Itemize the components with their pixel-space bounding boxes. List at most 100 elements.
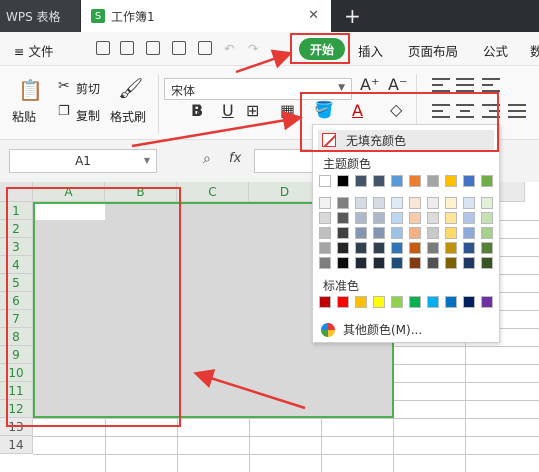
- theme-shade-swatch[interactable]: [481, 227, 493, 239]
- row-header[interactable]: 14: [0, 436, 33, 454]
- menu-data[interactable]: 数: [530, 41, 539, 60]
- standard-color-swatch[interactable]: [427, 296, 439, 308]
- formula-input[interactable]: [254, 149, 316, 173]
- theme-shade-swatch[interactable]: [445, 242, 457, 254]
- theme-shade-swatch[interactable]: [319, 257, 331, 269]
- theme-shade-swatch[interactable]: [463, 197, 475, 209]
- theme-shade-swatch[interactable]: [391, 257, 403, 269]
- theme-shade-swatch[interactable]: [427, 197, 439, 209]
- close-tab-icon[interactable]: ✕: [308, 8, 319, 23]
- theme-color-swatch[interactable]: [409, 175, 421, 187]
- theme-color-swatch[interactable]: [337, 175, 349, 187]
- theme-shade-swatch[interactable]: [337, 197, 349, 209]
- copy-icon[interactable]: ❐: [58, 104, 70, 119]
- theme-shade-swatch[interactable]: [445, 257, 457, 269]
- theme-shade-swatch[interactable]: [319, 227, 331, 239]
- theme-shade-swatch[interactable]: [391, 212, 403, 224]
- theme-shade-swatch[interactable]: [391, 227, 403, 239]
- theme-shade-swatch[interactable]: [337, 212, 349, 224]
- theme-shade-swatch[interactable]: [409, 257, 421, 269]
- standard-color-swatch[interactable]: [355, 296, 367, 308]
- theme-color-swatch[interactable]: [445, 175, 457, 187]
- column-header[interactable]: C: [177, 182, 249, 202]
- theme-shade-swatch[interactable]: [427, 257, 439, 269]
- align-top-icon[interactable]: [432, 78, 450, 92]
- theme-shade-swatch[interactable]: [373, 242, 385, 254]
- theme-color-swatch[interactable]: [355, 175, 367, 187]
- save-icon[interactable]: [120, 41, 134, 55]
- zoom-search-icon[interactable]: ⌕: [203, 151, 211, 167]
- theme-shade-swatch[interactable]: [481, 257, 493, 269]
- theme-shade-swatch[interactable]: [463, 242, 475, 254]
- menu-page-layout[interactable]: 页面布局: [408, 41, 458, 60]
- column-header[interactable]: D: [249, 182, 321, 202]
- theme-shade-swatch[interactable]: [463, 227, 475, 239]
- standard-color-swatch[interactable]: [445, 296, 457, 308]
- theme-color-swatch[interactable]: [319, 175, 331, 187]
- standard-color-swatch[interactable]: [319, 296, 331, 308]
- theme-color-swatch[interactable]: [373, 175, 385, 187]
- theme-shade-swatch[interactable]: [337, 227, 349, 239]
- theme-shade-swatch[interactable]: [355, 257, 367, 269]
- standard-color-swatch[interactable]: [481, 296, 493, 308]
- theme-shade-swatch[interactable]: [481, 212, 493, 224]
- name-box[interactable]: A1 ▼: [9, 149, 157, 173]
- theme-shade-swatch[interactable]: [445, 212, 457, 224]
- standard-color-swatch[interactable]: [373, 296, 385, 308]
- theme-shade-swatch[interactable]: [391, 242, 403, 254]
- redo-icon[interactable]: ↷: [248, 41, 258, 56]
- theme-shade-swatch[interactable]: [319, 242, 331, 254]
- theme-shade-swatch[interactable]: [409, 212, 421, 224]
- menu-file[interactable]: ≡ 文件: [14, 41, 53, 60]
- tab-wps[interactable]: WPS 表格: [0, 0, 80, 32]
- border-icon[interactable]: ⊞: [246, 101, 259, 120]
- theme-shade-swatch[interactable]: [409, 242, 421, 254]
- theme-shade-swatch[interactable]: [409, 227, 421, 239]
- align-middle-icon[interactable]: [456, 78, 474, 92]
- open-folder-icon[interactable]: [96, 41, 110, 55]
- theme-shade-swatch[interactable]: [463, 212, 475, 224]
- pdf-icon[interactable]: [146, 41, 160, 55]
- menu-insert[interactable]: 插入: [358, 41, 383, 60]
- theme-shade-swatch[interactable]: [445, 197, 457, 209]
- theme-shade-swatch[interactable]: [355, 212, 367, 224]
- cell-style-icon[interactable]: ▦: [280, 101, 295, 120]
- standard-color-swatch[interactable]: [463, 296, 475, 308]
- paste-label[interactable]: 粘贴: [12, 108, 36, 125]
- theme-shade-swatch[interactable]: [427, 227, 439, 239]
- new-tab-button[interactable]: +: [344, 4, 361, 28]
- theme-shade-swatch[interactable]: [319, 212, 331, 224]
- theme-shade-swatch[interactable]: [391, 197, 403, 209]
- copy-label[interactable]: 复制: [76, 107, 100, 124]
- theme-shade-swatch[interactable]: [427, 242, 439, 254]
- theme-shade-swatch[interactable]: [481, 197, 493, 209]
- theme-color-swatch[interactable]: [463, 175, 475, 187]
- theme-shade-swatch[interactable]: [355, 227, 367, 239]
- theme-shade-swatch[interactable]: [337, 257, 349, 269]
- theme-shade-swatch[interactable]: [373, 227, 385, 239]
- theme-color-swatch[interactable]: [481, 175, 493, 187]
- theme-shade-swatch[interactable]: [355, 242, 367, 254]
- italic-button[interactable]: I: [196, 101, 201, 120]
- underline-button[interactable]: U: [222, 101, 234, 120]
- theme-shade-swatch[interactable]: [373, 257, 385, 269]
- cut-icon[interactable]: ✂: [58, 78, 70, 94]
- standard-color-swatch[interactable]: [391, 296, 403, 308]
- print-icon[interactable]: [172, 41, 186, 55]
- fx-label[interactable]: fx: [229, 151, 241, 166]
- theme-shade-swatch[interactable]: [481, 242, 493, 254]
- menu-formulas[interactable]: 公式: [483, 41, 508, 60]
- align-bottom-icon[interactable]: [482, 78, 500, 92]
- theme-shade-swatch[interactable]: [355, 197, 367, 209]
- paste-icon[interactable]: 📋: [18, 78, 43, 102]
- undo-icon[interactable]: ↶: [224, 41, 234, 56]
- theme-color-swatch[interactable]: [427, 175, 439, 187]
- theme-shade-swatch[interactable]: [445, 227, 457, 239]
- cut-label[interactable]: 剪切: [76, 80, 100, 97]
- theme-shade-swatch[interactable]: [373, 197, 385, 209]
- theme-shade-swatch[interactable]: [319, 197, 331, 209]
- theme-shade-swatch[interactable]: [409, 197, 421, 209]
- theme-shade-swatch[interactable]: [373, 212, 385, 224]
- standard-color-swatch[interactable]: [337, 296, 349, 308]
- justify-icon[interactable]: [508, 104, 526, 118]
